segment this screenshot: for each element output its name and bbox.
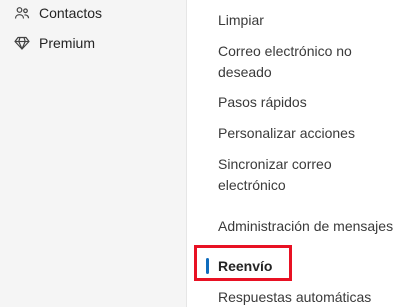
nav-item-label: Contactos — [39, 5, 103, 21]
selection-indicator — [206, 258, 209, 274]
menu-item-limpiar[interactable]: Limpiar — [218, 10, 264, 31]
pane-divider — [186, 0, 187, 307]
people-icon — [14, 5, 30, 21]
menu-item-personalizar-acciones[interactable]: Personalizar acciones — [218, 123, 355, 144]
nav-item-label: Premium — [39, 35, 96, 51]
menu-item-administracion-mensajes[interactable]: Administración de mensajes — [218, 216, 393, 237]
left-navigation-pane: Contactos Premium — [0, 0, 186, 307]
menu-item-reenvio[interactable]: Reenvío — [218, 256, 272, 277]
nav-item-contactos[interactable]: Contactos — [14, 2, 102, 24]
menu-item-sincronizar-correo[interactable]: Sincronizar correo electrónico — [218, 154, 388, 196]
nav-item-premium[interactable]: Premium — [14, 32, 95, 54]
diamond-icon — [14, 35, 30, 51]
menu-item-pasos-rapidos[interactable]: Pasos rápidos — [218, 92, 307, 113]
menu-item-correo-no-deseado[interactable]: Correo electrónico no deseado — [218, 41, 388, 83]
menu-item-respuestas-automaticas[interactable]: Respuestas automáticas — [218, 287, 371, 307]
